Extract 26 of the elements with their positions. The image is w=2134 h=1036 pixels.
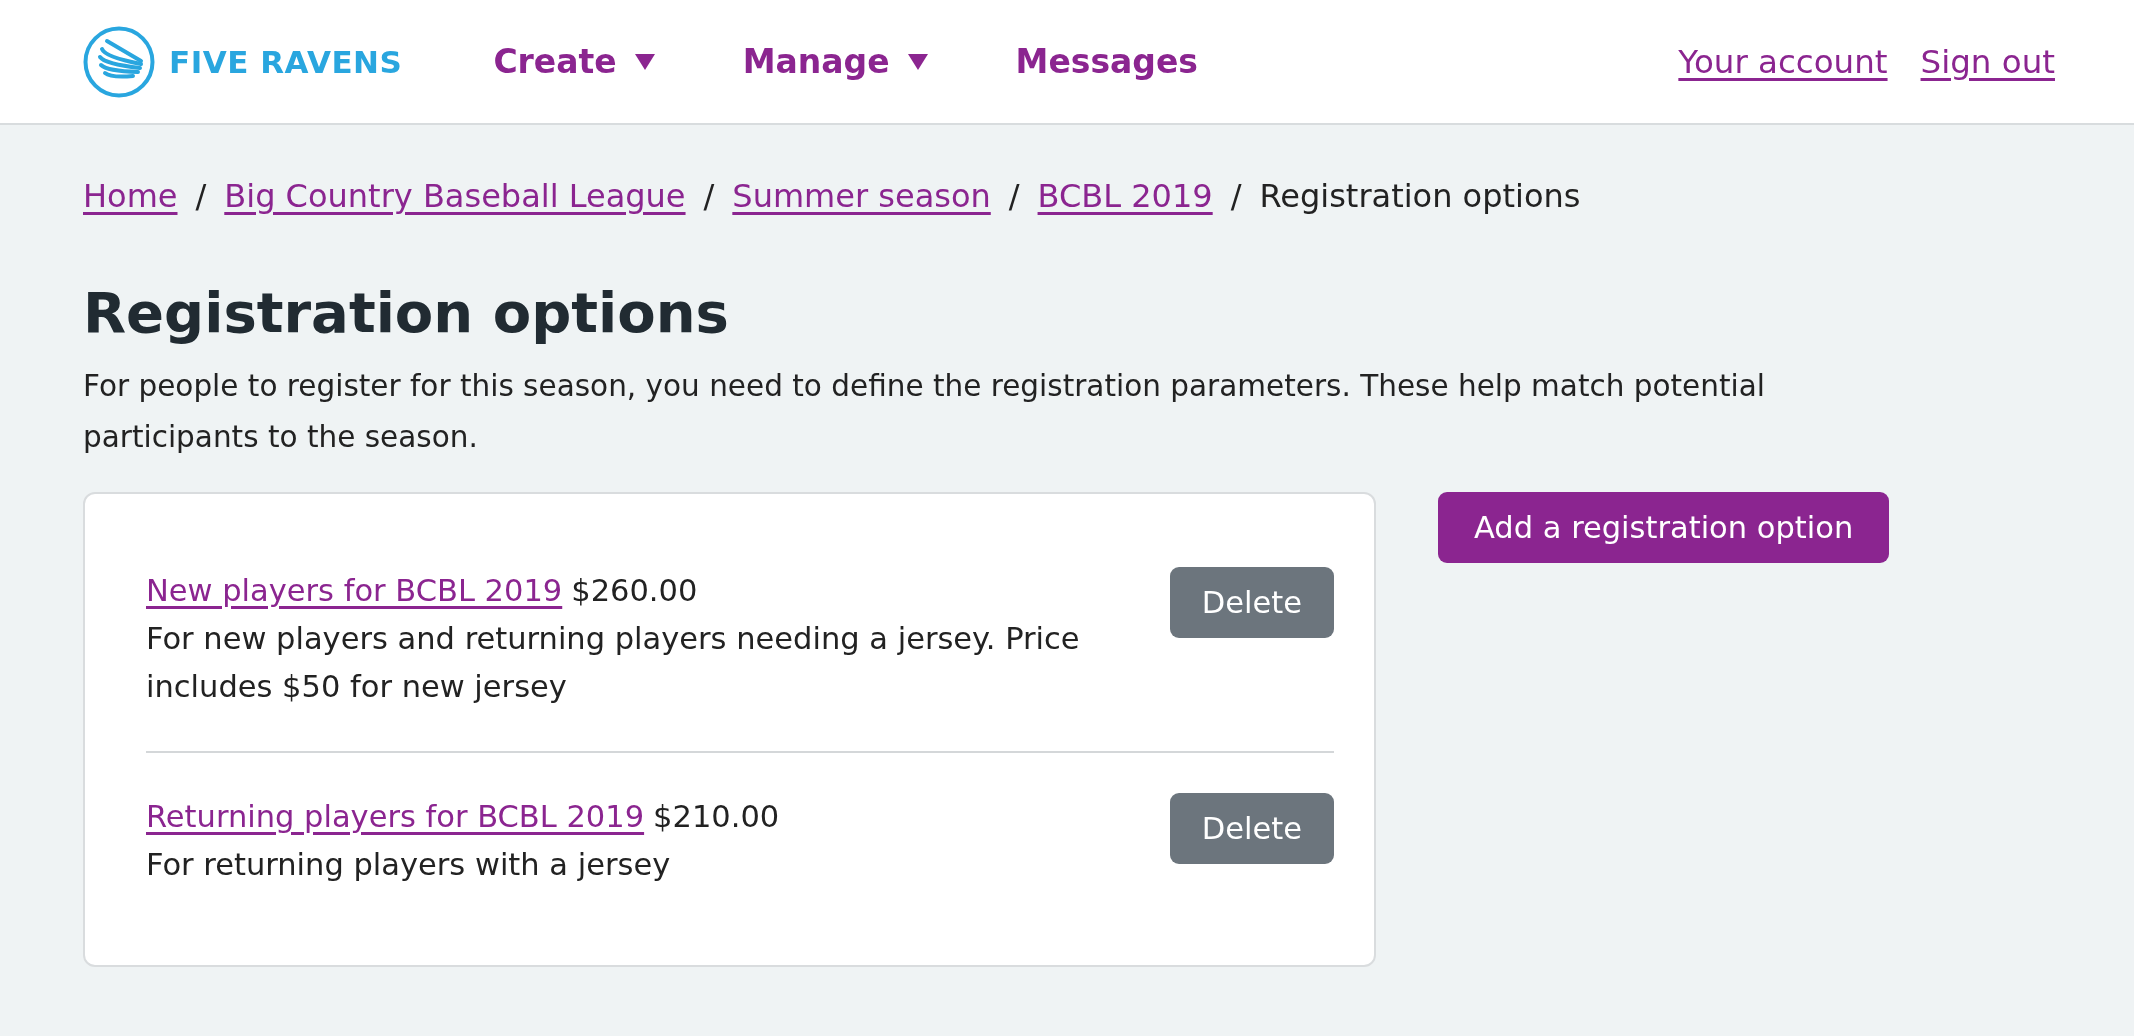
breadcrumb-separator: / [195,176,207,217]
page-title: Registration options [83,279,730,346]
breadcrumb-separator: / [1230,176,1242,217]
breadcrumb-link[interactable]: Home [83,172,178,220]
option-description: For new players and returning players needing a jersey. Price includes $50 for new jersey [146,620,1081,706]
breadcrumb-separator: / [703,176,715,217]
breadcrumb-link[interactable]: Summer season [732,172,991,220]
delete-button[interactable]: Delete [1169,793,1334,864]
option-link[interactable]: New players for BCBL 2019 [146,567,563,615]
intro-text: For people to register for this season, you need to define the registration parameters. These help match potential participants to the season. [83,368,1766,456]
nav-menu-item[interactable]: Messages [1015,42,1198,81]
account-link[interactable]: Your account [1678,42,1888,81]
price-text: $210.00 [653,798,780,836]
nav-menu-item[interactable]: Create [493,42,655,81]
breadcrumb-link[interactable]: BCBL 2019 [1037,172,1213,220]
add-option-button[interactable]: Add a registration option [1438,492,1890,563]
option-link[interactable]: Returning players for BCBL 2019 [146,793,645,841]
wing-logo-icon [83,25,155,98]
breadcrumb-link[interactable]: Big Country Baseball League [224,172,686,220]
option-description: For returning players with a jersey [146,846,672,884]
delete-button[interactable]: Delete [1169,567,1334,638]
breadcrumb-separator: / [1008,176,1020,217]
account-link[interactable]: Sign out [1920,42,2055,81]
nav-menu-item[interactable]: Manage [742,42,928,81]
price-text: $260.00 [571,572,698,610]
breadcrumb-current: Registration options [1259,176,1581,217]
